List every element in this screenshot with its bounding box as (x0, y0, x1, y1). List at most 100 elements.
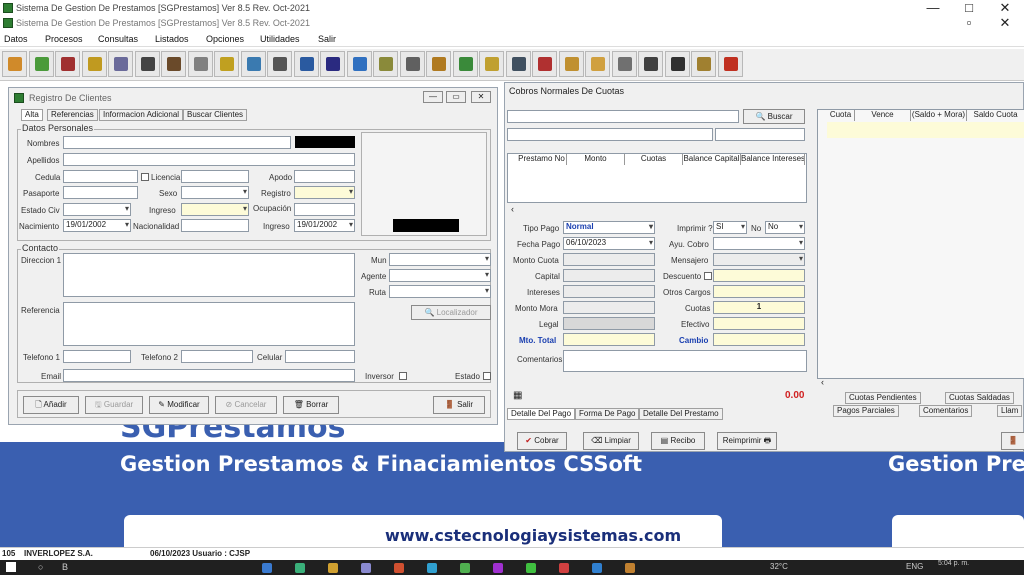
recibo-button[interactable]: ▤ Recibo (651, 432, 705, 450)
estado-checkbox[interactable] (483, 372, 491, 380)
pasaporte-input[interactable] (63, 186, 138, 199)
imprimir-select[interactable]: SI (713, 221, 747, 234)
tab-forma-pago[interactable]: Forma De Pago (575, 408, 640, 420)
menu-opciones[interactable]: Opciones (206, 34, 244, 44)
celular-input[interactable] (285, 350, 355, 363)
modificar-button[interactable]: ✎ Modificar (149, 396, 209, 414)
cuotas-field[interactable]: 1 (713, 301, 805, 314)
nombres-input[interactable] (63, 136, 291, 149)
nacionalidad-input[interactable] (181, 219, 249, 232)
toolbar-button[interactable] (558, 51, 584, 77)
toolbar-button[interactable] (664, 51, 690, 77)
toolbar-button[interactable] (346, 51, 372, 77)
registro-select[interactable] (294, 186, 355, 199)
tab-llamadas[interactable]: Llam (997, 405, 1023, 417)
toolbar-button[interactable] (638, 51, 663, 77)
taskbar-search-text[interactable]: B (62, 562, 68, 572)
toolbar-button[interactable] (240, 51, 266, 77)
toolbar-button[interactable] (187, 51, 213, 77)
nacimiento-date[interactable]: 19/01/2002 (63, 219, 131, 232)
taskbar-app-icon[interactable] (262, 563, 272, 573)
taskbar-app-icon[interactable] (394, 563, 404, 573)
telefono2-input[interactable] (181, 350, 253, 363)
toolbar-button[interactable] (214, 51, 239, 77)
referencia-textarea[interactable] (63, 302, 355, 346)
minimize-icon[interactable]: — (918, 0, 948, 15)
agente-select[interactable] (389, 269, 491, 282)
clock-time[interactable]: 5:04 p. m. (938, 560, 969, 567)
tab-buscar-clientes[interactable]: Buscar Clientes (183, 109, 248, 121)
cobros-search-input[interactable] (507, 110, 739, 123)
toolbar-button[interactable] (373, 51, 398, 77)
tab-referencias[interactable]: Referencias (47, 109, 98, 121)
email-input[interactable] (63, 369, 355, 382)
scroll-left-icon[interactable]: ‹ (511, 204, 514, 214)
anadir-button[interactable]: 🗋 Añadir (23, 396, 79, 414)
menu-salir[interactable]: Salir (318, 34, 336, 44)
tipo-pago-select[interactable]: Normal (563, 221, 655, 234)
taskbar-app-icon[interactable] (295, 563, 305, 573)
grid-header-monto[interactable]: Monto (567, 154, 625, 165)
direccion-textarea[interactable] (63, 253, 355, 297)
tab-comentarios[interactable]: Comentarios (919, 405, 973, 417)
calculator-icon[interactable]: ▦ (513, 390, 522, 401)
toolbar-button[interactable] (2, 51, 27, 77)
toolbar-button[interactable] (585, 51, 610, 77)
cobrar-button[interactable]: ✔ Cobrar (517, 432, 567, 450)
buscar-button[interactable]: 🔍 Buscar (743, 109, 805, 124)
menu-utilidades[interactable]: Utilidades (260, 34, 300, 44)
grid-header-cuotas[interactable]: Cuotas (625, 154, 683, 165)
menu-procesos[interactable]: Procesos (45, 34, 83, 44)
toolbar-button[interactable] (81, 51, 107, 77)
taskbar-app-icon[interactable] (493, 563, 503, 573)
efectivo-field[interactable] (713, 317, 805, 330)
tab-detalle-pago[interactable]: Detalle Del Pago (507, 408, 576, 420)
toolbar-button[interactable] (479, 51, 504, 77)
toolbar-button[interactable] (28, 51, 54, 77)
cancelar-button[interactable]: ⊘ Cancelar (215, 396, 277, 414)
toolbar-button[interactable] (399, 51, 425, 77)
ingreso-anio-select[interactable] (181, 203, 249, 216)
maximize-icon[interactable]: □ (954, 0, 984, 15)
toolbar-button[interactable] (452, 51, 478, 77)
borrar-button[interactable]: 🗑 Borrar (283, 396, 339, 414)
sexo-select[interactable] (181, 186, 249, 199)
toolbar-button[interactable] (267, 51, 292, 77)
cuotas-header-cuota[interactable]: Cuota (827, 110, 855, 121)
taskbar-app-icon[interactable] (526, 563, 536, 573)
fecha-pago-date[interactable]: 06/10/2023 (563, 237, 655, 250)
ruta-select[interactable] (389, 285, 491, 298)
toolbar-button[interactable] (426, 51, 451, 77)
localizador-button[interactable]: 🔍 Localizador (411, 305, 491, 320)
toolbar-button[interactable] (293, 51, 319, 77)
cuotas-header-saldo-cuota[interactable]: Saldo Cuota (967, 110, 1024, 121)
salir-button[interactable]: 🚪 Salir (433, 396, 485, 414)
toolbar-button[interactable] (532, 51, 557, 77)
search-icon[interactable]: ○ (38, 562, 43, 572)
company-url[interactable]: www.cstecnologiaysistemas.com (385, 526, 681, 545)
cuotas-row[interactable] (827, 122, 1024, 138)
toolbar-button[interactable] (320, 51, 345, 77)
menu-consultas[interactable]: Consultas (98, 34, 138, 44)
descuento-checkbox[interactable] (704, 272, 712, 280)
taskbar-app-icon[interactable] (328, 563, 338, 573)
telefono1-input[interactable] (63, 350, 131, 363)
cuotas-header-saldo-mora[interactable]: (Saldo + Mora) (911, 110, 967, 121)
otros-cargos-field[interactable] (713, 285, 805, 298)
toolbar-button[interactable] (717, 51, 743, 77)
tab-pagos-parciales[interactable]: Pagos Parciales (833, 405, 899, 417)
windows-start-icon[interactable] (6, 562, 16, 572)
inversor-checkbox[interactable] (399, 372, 407, 380)
close-child-icon[interactable]: ✕ (990, 15, 1020, 31)
ingreso-date[interactable]: 19/01/2002 (294, 219, 355, 232)
toolbar-button[interactable] (55, 51, 80, 77)
maximize-button[interactable]: ▭ (446, 91, 466, 103)
minimize-button[interactable]: — (423, 91, 443, 103)
toolbar-button[interactable] (691, 51, 716, 77)
cedula-input[interactable] (63, 170, 138, 183)
reimprimir-button[interactable]: Reimprimir 🖶 (717, 432, 777, 450)
taskbar-app-icon[interactable] (592, 563, 602, 573)
apellidos-input[interactable] (63, 153, 355, 166)
mun-select[interactable] (389, 253, 491, 266)
taskbar-app-icon[interactable] (361, 563, 371, 573)
